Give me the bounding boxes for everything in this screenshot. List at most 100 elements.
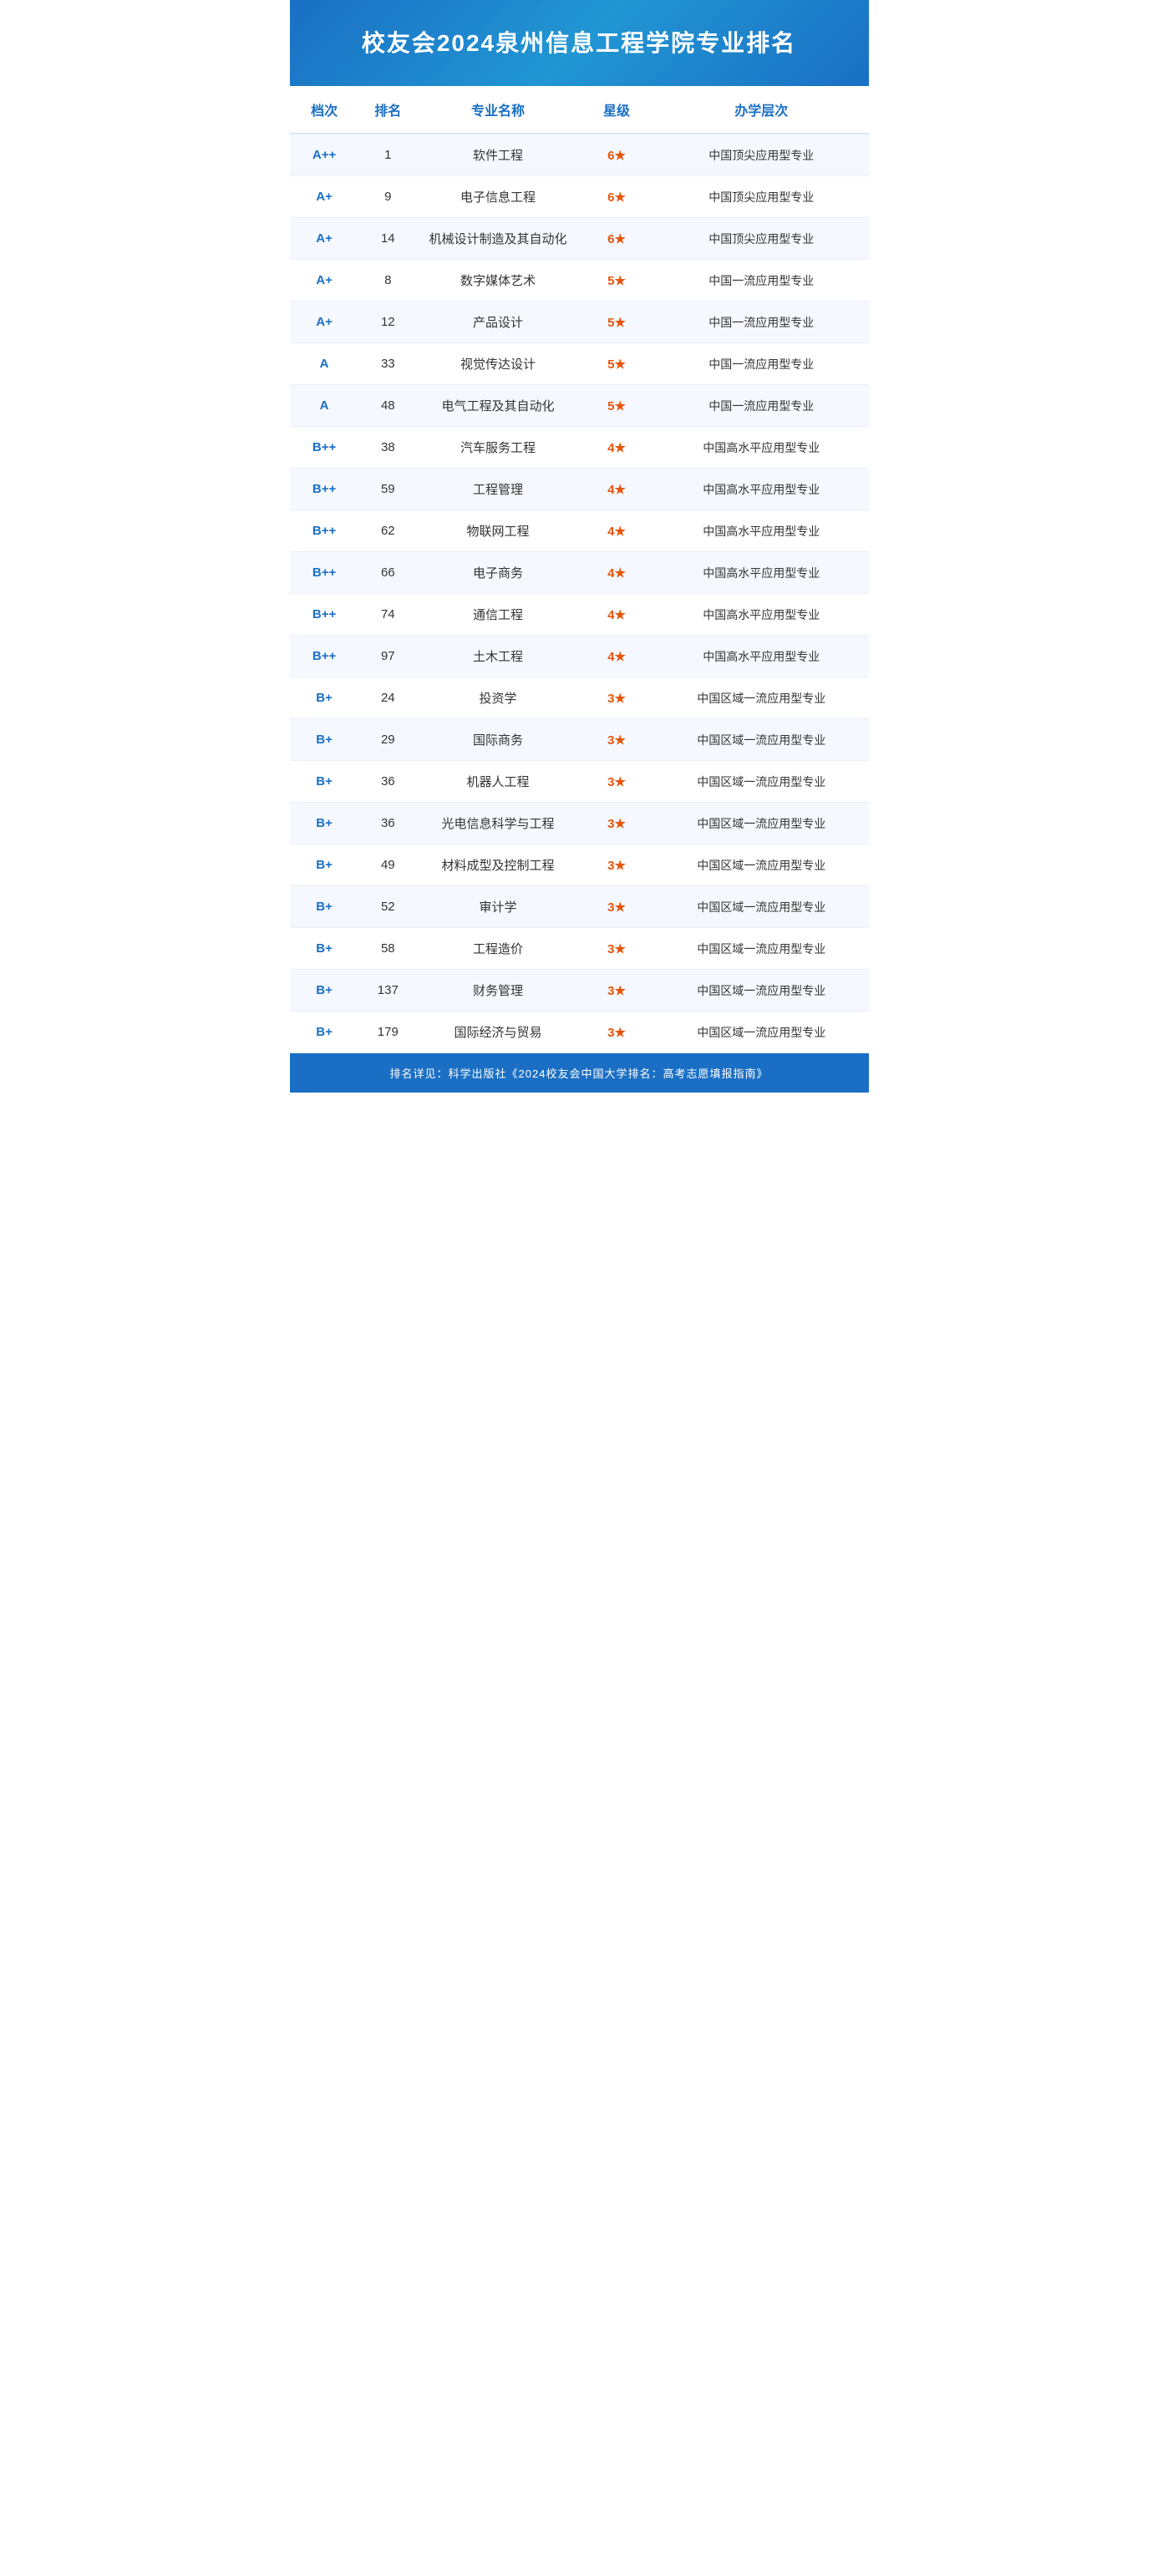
table-row: B++97土木工程4★中国高水平应用型专业 [290,636,869,677]
cell-major: 工程管理 [417,469,579,510]
cell-major: 电气工程及其自动化 [417,385,579,427]
cell-level: 中国区域一流应用型专业 [654,677,868,719]
table-row: A+9电子信息工程6★中国顶尖应用型专业 [290,176,869,218]
table-row: A+8数字媒体艺术5★中国一流应用型专业 [290,260,869,302]
cell-rank: 49 [359,844,417,886]
cell-stars: 6★ [579,218,654,260]
cell-tier: B++ [290,552,359,594]
cell-stars: 4★ [579,552,654,594]
cell-major: 国际经济与贸易 [417,1012,579,1053]
cell-major: 视觉传达设计 [417,343,579,385]
table-row: B+36光电信息科学与工程3★中国区域一流应用型专业 [290,803,869,844]
cell-level: 中国一流应用型专业 [654,385,868,427]
cell-level: 中国区域一流应用型专业 [654,970,868,1012]
cell-tier: B++ [290,594,359,636]
cell-stars: 6★ [579,134,654,176]
table-row: B+49材料成型及控制工程3★中国区域一流应用型专业 [290,844,869,886]
cell-rank: 33 [359,343,417,385]
cell-tier: A+ [290,302,359,343]
col-header-level: 办学层次 [654,86,868,134]
table-row: B+29国际商务3★中国区域一流应用型专业 [290,719,869,761]
table-row: B+137财务管理3★中国区域一流应用型专业 [290,970,869,1012]
table-row: A+12产品设计5★中国一流应用型专业 [290,302,869,343]
table-row: B++74通信工程4★中国高水平应用型专业 [290,594,869,636]
cell-tier: A [290,385,359,427]
table-row: B++38汽车服务工程4★中国高水平应用型专业 [290,427,869,469]
cell-level: 中国一流应用型专业 [654,302,868,343]
cell-rank: 9 [359,176,417,218]
page-footer: 排名详见：科学出版社《2024校友会中国大学排名：高考志愿填报指南》 [290,1053,869,1093]
cell-rank: 29 [359,719,417,761]
cell-level: 中国高水平应用型专业 [654,427,868,469]
cell-level: 中国区域一流应用型专业 [654,719,868,761]
cell-stars: 3★ [579,970,654,1012]
cell-stars: 3★ [579,719,654,761]
cell-level: 中国区域一流应用型专业 [654,928,868,970]
cell-tier: A+ [290,218,359,260]
table-row: B+24投资学3★中国区域一流应用型专业 [290,677,869,719]
cell-tier: A++ [290,134,359,176]
cell-level: 中国顶尖应用型专业 [654,134,868,176]
table-row: B+52审计学3★中国区域一流应用型专业 [290,886,869,928]
table-row: B+179国际经济与贸易3★中国区域一流应用型专业 [290,1012,869,1053]
cell-tier: B++ [290,427,359,469]
cell-level: 中国一流应用型专业 [654,343,868,385]
cell-major: 财务管理 [417,970,579,1012]
cell-rank: 14 [359,218,417,260]
cell-major: 物联网工程 [417,510,579,552]
table-row: B++59工程管理4★中国高水平应用型专业 [290,469,869,510]
cell-level: 中国一流应用型专业 [654,260,868,302]
cell-tier: B+ [290,803,359,844]
cell-tier: B+ [290,761,359,803]
cell-level: 中国区域一流应用型专业 [654,761,868,803]
col-header-major: 专业名称 [417,86,579,134]
cell-stars: 4★ [579,636,654,677]
cell-major: 产品设计 [417,302,579,343]
table-row: B++66电子商务4★中国高水平应用型专业 [290,552,869,594]
cell-rank: 36 [359,761,417,803]
table-body: A++1软件工程6★中国顶尖应用型专业A+9电子信息工程6★中国顶尖应用型专业A… [290,134,869,1053]
cell-level: 中国高水平应用型专业 [654,469,868,510]
cell-rank: 1 [359,134,417,176]
cell-major: 国际商务 [417,719,579,761]
cell-rank: 52 [359,886,417,928]
cell-stars: 3★ [579,928,654,970]
cell-level: 中国高水平应用型专业 [654,636,868,677]
cell-major: 通信工程 [417,594,579,636]
cell-rank: 59 [359,469,417,510]
cell-stars: 3★ [579,761,654,803]
cell-level: 中国区域一流应用型专业 [654,1012,868,1053]
cell-stars: 3★ [579,1012,654,1053]
table-row: B+58工程造价3★中国区域一流应用型专业 [290,928,869,970]
table-row: A+14机械设计制造及其自动化6★中国顶尖应用型专业 [290,218,869,260]
table-row: A48电气工程及其自动化5★中国一流应用型专业 [290,385,869,427]
cell-stars: 4★ [579,469,654,510]
cell-level: 中国高水平应用型专业 [654,510,868,552]
cell-rank: 58 [359,928,417,970]
cell-stars: 5★ [579,343,654,385]
cell-stars: 3★ [579,677,654,719]
table-row: B+36机器人工程3★中国区域一流应用型专业 [290,761,869,803]
cell-major: 汽车服务工程 [417,427,579,469]
cell-tier: B+ [290,844,359,886]
table-wrapper: 档次 排名 专业名称 星级 办学层次 A++1软件工程6★中国顶尖应用型专业A+… [290,86,869,1053]
cell-rank: 74 [359,594,417,636]
cell-rank: 12 [359,302,417,343]
cell-rank: 48 [359,385,417,427]
cell-rank: 179 [359,1012,417,1053]
cell-stars: 3★ [579,844,654,886]
table-row: A33视觉传达设计5★中国一流应用型专业 [290,343,869,385]
cell-tier: B+ [290,928,359,970]
cell-stars: 5★ [579,260,654,302]
col-header-tier: 档次 [290,86,359,134]
cell-stars: 4★ [579,594,654,636]
cell-major: 审计学 [417,886,579,928]
page-header: 校友会2024泉州信息工程学院专业排名 [290,0,869,86]
cell-rank: 24 [359,677,417,719]
cell-tier: B++ [290,636,359,677]
cell-stars: 3★ [579,803,654,844]
cell-level: 中国顶尖应用型专业 [654,176,868,218]
table-header: 档次 排名 专业名称 星级 办学层次 [290,86,869,134]
table-row: A++1软件工程6★中国顶尖应用型专业 [290,134,869,176]
cell-stars: 6★ [579,176,654,218]
